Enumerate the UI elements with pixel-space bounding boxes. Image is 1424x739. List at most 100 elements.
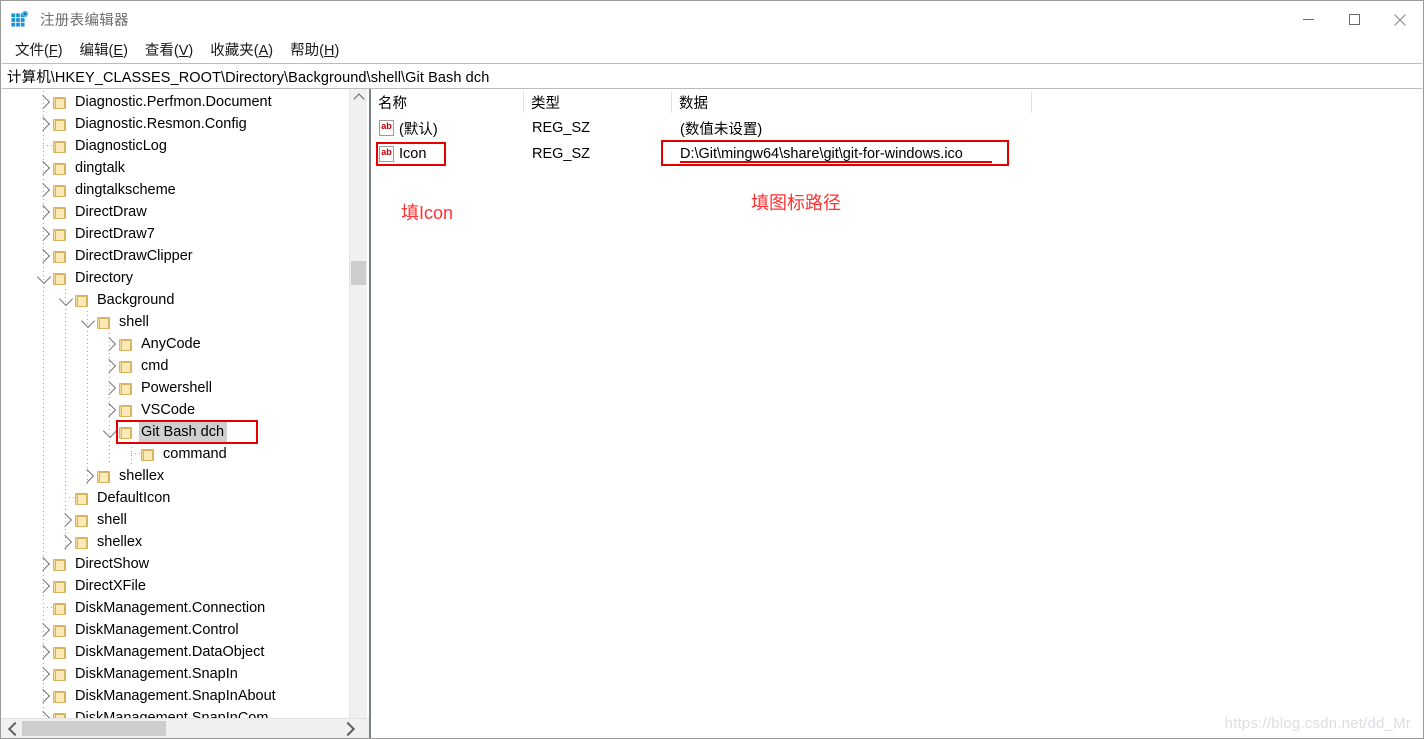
registry-values-pane: 名称 类型 数据 ab (默认) REG_SZ (数值未设置) ab Icon REG_SZ… xyxy=(371,89,1423,738)
menu-view[interactable]: 查看(V) xyxy=(137,40,202,62)
tree-item-anycode[interactable]: AnyCode xyxy=(1,333,342,355)
tree-item-dingtalk[interactable]: dingtalk xyxy=(1,157,342,179)
folder-icon xyxy=(52,95,67,110)
tree-scroll-area[interactable]: Diagnostic.Perfmon.Document Diagnostic.Re… xyxy=(1,89,369,718)
tree-item-powershell[interactable]: Powershell xyxy=(1,377,342,399)
tree-item-diskmanagement-snapin[interactable]: DiskManagement.SnapIn xyxy=(1,663,342,685)
tree-horizontal-scrollbar[interactable] xyxy=(1,718,369,738)
tree-item-diagnostic-perfmon-document[interactable]: Diagnostic.Perfmon.Document xyxy=(1,91,342,113)
tree-item-label: Directory xyxy=(75,269,134,286)
folder-icon xyxy=(52,711,67,718)
column-header-data-label: 数据 xyxy=(679,96,708,112)
tree-item-diskmanagement-connection[interactable]: DiskManagement.Connection xyxy=(1,597,342,619)
tree-item-directdraw7[interactable]: DirectDraw7 xyxy=(1,223,342,245)
folder-icon xyxy=(118,337,133,352)
value-name-cell: ab Icon xyxy=(371,146,524,162)
address-path: 计算机\HKEY_CLASSES_ROOT\Directory\Backgrou… xyxy=(7,69,490,86)
menu-help[interactable]: 帮助(H) xyxy=(282,40,348,62)
tree-item-shell[interactable]: shell xyxy=(1,311,342,333)
folder-icon xyxy=(52,601,67,616)
tree-guide-stub xyxy=(131,453,140,454)
tree-item-shellex[interactable]: shellex xyxy=(1,465,342,487)
tree-item-cmd[interactable]: cmd xyxy=(1,355,342,377)
column-header-data[interactable]: 数据 xyxy=(672,89,1032,115)
address-bar[interactable]: 计算机\HKEY_CLASSES_ROOT\Directory\Backgrou… xyxy=(2,63,1422,89)
tree-item-directdraw[interactable]: DirectDraw xyxy=(1,201,342,223)
tree-guide-line xyxy=(65,289,66,553)
column-divider[interactable] xyxy=(1031,91,1032,113)
folder-icon xyxy=(52,249,67,264)
value-type-cell: REG_SZ xyxy=(532,146,591,162)
tree-item-shellex[interactable]: shellex xyxy=(1,531,342,553)
menu-file[interactable]: 文件(F) xyxy=(7,40,72,62)
value-row[interactable]: ab Icon REG_SZ D:\Git\mingw64\share\git\git… xyxy=(371,141,1423,167)
tree-item-background[interactable]: Background xyxy=(1,289,342,311)
folder-icon xyxy=(52,183,67,198)
folder-icon xyxy=(52,557,67,572)
tree-item-label: command xyxy=(163,445,227,462)
menu-edit-label: 编辑( xyxy=(79,42,114,59)
tree-item-directory[interactable]: Directory xyxy=(1,267,342,289)
window-controls xyxy=(1285,1,1423,38)
value-data-cell: D:\Git\mingw64\share\git\git-for-windows… xyxy=(680,146,963,162)
tree-item-directxfile[interactable]: DirectXFile xyxy=(1,575,342,597)
folder-icon xyxy=(74,491,89,506)
minimize-button[interactable] xyxy=(1285,1,1331,38)
tree-item-diskmanagement-snapinabout[interactable]: DiskManagement.SnapInAbout xyxy=(1,685,342,707)
tree-item-dingtalkscheme[interactable]: dingtalkscheme xyxy=(1,179,342,201)
column-header-type-label: 类型 xyxy=(531,96,560,112)
tree-item-label: DefaultIcon xyxy=(97,489,171,506)
column-header-name[interactable]: 名称 xyxy=(371,89,524,115)
value-row[interactable]: ab (默认) REG_SZ (数值未设置) xyxy=(371,115,1423,141)
maximize-button[interactable] xyxy=(1331,1,1377,38)
folder-icon xyxy=(52,271,67,286)
tree-item-shell[interactable]: shell xyxy=(1,509,342,531)
annotation-fill-icon-path: 填图标路径 xyxy=(751,193,841,213)
tree-guide-stub xyxy=(43,145,52,146)
folder-icon xyxy=(52,161,67,176)
column-header-type[interactable]: 类型 xyxy=(524,89,672,115)
column-header-name-label: 名称 xyxy=(378,96,407,112)
tree-item-directshow[interactable]: DirectShow xyxy=(1,553,342,575)
menu-edit[interactable]: 编辑(E) xyxy=(72,40,137,62)
close-button[interactable] xyxy=(1377,1,1423,38)
tree-item-git-bash-dch[interactable]: Git Bash dch xyxy=(1,421,342,443)
menu-view-accel: V xyxy=(178,42,189,59)
main-content: Diagnostic.Perfmon.Document Diagnostic.Re… xyxy=(1,89,1423,738)
tree-item-label: VSCode xyxy=(141,401,196,418)
tree-item-label: DiskManagement.SnapInAbout xyxy=(75,687,276,704)
folder-icon xyxy=(52,117,67,132)
tree-item-diskmanagement-control[interactable]: DiskManagement.Control xyxy=(1,619,342,641)
tree-item-command[interactable]: command xyxy=(1,443,342,465)
scroll-up-arrow-icon[interactable] xyxy=(350,89,367,106)
scroll-right-arrow-icon[interactable] xyxy=(340,719,359,738)
horizontal-scroll-thumb[interactable] xyxy=(22,721,166,736)
scroll-left-arrow-icon[interactable] xyxy=(3,719,22,738)
tree-item-directdrawclipper[interactable]: DirectDrawClipper xyxy=(1,245,342,267)
tree-item-vscode[interactable]: VSCode xyxy=(1,399,342,421)
tree-vertical-scrollbar[interactable] xyxy=(349,89,367,738)
tree-guide-line xyxy=(131,443,132,465)
tree-item-diskmanagement-dataobject[interactable]: DiskManagement.DataObject xyxy=(1,641,342,663)
tree-item-defaulticon[interactable]: DefaultIcon xyxy=(1,487,342,509)
menu-favorites-accel: A xyxy=(258,42,269,59)
tree-item-diagnostic-resmon-config[interactable]: Diagnostic.Resmon.Config xyxy=(1,113,342,135)
tree-item-label: AnyCode xyxy=(141,335,201,352)
vertical-scroll-thumb[interactable] xyxy=(351,261,366,285)
tree-item-diskmanagement-snapincom[interactable]: DiskManagement.SnapInCom xyxy=(1,707,342,718)
tree-item-diagnosticlog[interactable]: DiagnosticLog xyxy=(1,135,342,157)
tree-item-label: cmd xyxy=(141,357,169,374)
menu-favorites[interactable]: 收藏夹(A) xyxy=(202,40,282,62)
